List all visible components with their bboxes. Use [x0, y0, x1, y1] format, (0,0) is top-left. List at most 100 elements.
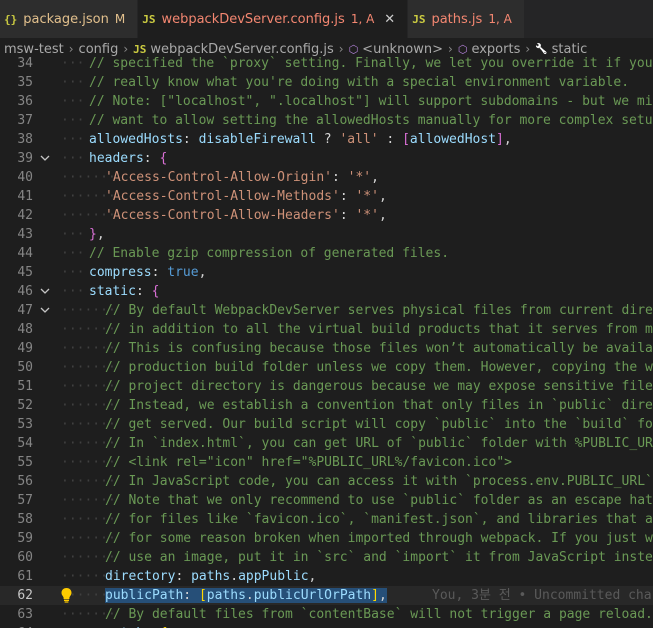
token: [	[402, 132, 410, 147]
token: // Instead, we establish a convention th…	[105, 398, 653, 413]
tab-0[interactable]: {} package.json M	[0, 0, 139, 38]
token: headers	[89, 151, 144, 166]
token: ]	[496, 132, 504, 147]
code-line[interactable]: 51 ·······// project directory is dangero…	[0, 377, 653, 396]
token: {	[159, 151, 168, 166]
token: 'Access-Control-Allow-Methods'	[105, 189, 340, 204]
code-line[interactable]: 58 ·······// for files like `favicon.ico`…	[0, 510, 653, 529]
code-line[interactable]: 41 ······· 'Access-Control-Allow-Methods':…	[0, 187, 653, 206]
code-line[interactable]: 56 ·······// In JavaScript code, you can …	[0, 472, 653, 491]
line-number: 56	[17, 474, 33, 489]
line-number: 43	[17, 227, 33, 242]
token: allowedHosts	[89, 132, 183, 147]
code-text: // Note: ["localhost", ".localhost"] wil…	[89, 92, 653, 111]
token: allowedHost	[409, 132, 497, 147]
line-number: 62	[17, 588, 33, 603]
code-text: static: {	[89, 282, 159, 301]
token: .	[230, 569, 239, 584]
token: 'all'	[339, 132, 379, 147]
lightbulb-icon[interactable]	[60, 587, 73, 603]
braces-icon: {}	[4, 12, 18, 26]
token: // Note: ["localhost", ".localhost"] wil…	[89, 94, 653, 109]
js-icon: JS	[412, 12, 426, 26]
token: // <link rel="icon" href="%PUBLIC_URL%/f…	[105, 455, 512, 470]
code-text: headers: {	[89, 149, 167, 168]
code-line[interactable]: 53 ·······// get served. Our build script…	[0, 415, 653, 434]
line-number: 57	[17, 493, 33, 508]
line-number: 37	[17, 113, 33, 128]
code-text: // By default files from `contentBase` w…	[105, 605, 653, 624]
token: ,	[503, 132, 512, 147]
code-text: // get served. Our build script will cop…	[105, 415, 653, 434]
indent-dots: ···	[61, 227, 85, 242]
code-line[interactable]: 52 ·······// Instead, we establish a conv…	[0, 396, 653, 415]
close-icon[interactable]: ✕	[384, 12, 395, 27]
token: // get served. Our build script will cop…	[105, 417, 653, 432]
token: ,	[308, 569, 317, 584]
line-number: 59	[17, 531, 33, 546]
code-line[interactable]: 62 ······· publicPath: [paths.publicUrlOrP…	[0, 586, 653, 605]
code-line[interactable]: 39 ··· headers: {	[0, 149, 653, 168]
code-text: 'Access-Control-Allow-Headers': '*',	[105, 206, 387, 225]
token: // In `index.html`, you can get URL of `…	[105, 436, 653, 451]
line-number: 44	[17, 246, 33, 261]
code-text: // production build folder unless we cop…	[105, 358, 653, 377]
token: // production build folder unless we cop…	[105, 360, 653, 375]
code-text: // This is confusing because those files…	[105, 339, 653, 358]
line-number: 58	[17, 512, 33, 527]
code-line[interactable]: 40 ······· 'Access-Control-Allow-Origin': …	[0, 168, 653, 187]
token: ,	[371, 170, 379, 185]
code-editor[interactable]: 34 ··· // specified the `proxy` setting. F…	[0, 54, 653, 628]
indent-dots: ···	[61, 284, 85, 299]
code-line[interactable]: 63 ·······// By default files from `conte…	[0, 605, 653, 624]
code-line[interactable]: 50 ·······// production build folder unle…	[0, 358, 653, 377]
line-number: 52	[17, 398, 33, 413]
code-line[interactable]: 61 ······· directory: paths.appPublic,	[0, 567, 653, 586]
code-line[interactable]: 55 ·······// <link rel="icon" href="%PUBL…	[0, 453, 653, 472]
token: ,	[378, 189, 387, 204]
indent-dots: ···	[61, 113, 85, 128]
code-line[interactable]: 35 ··· // really know what you're doing wi…	[0, 73, 653, 92]
code-line[interactable]: 42 ······· 'Access-Control-Allow-Headers':…	[0, 206, 653, 225]
indent-dots: ···	[61, 75, 85, 90]
tab-2[interactable]: JS paths.js 1, A	[408, 0, 525, 38]
code-line[interactable]: 54 ·······// In `index.html`, you can get…	[0, 434, 653, 453]
token: // Note that we only recommend to use `p…	[105, 493, 653, 508]
code-line[interactable]: 37 ··· // want to allow setting the allowe…	[0, 111, 653, 130]
code-line[interactable]: 64·······watch: {	[0, 624, 653, 628]
code-line[interactable]: 36 ··· // Note: ["localhost", ".localhost"…	[0, 92, 653, 111]
code-line[interactable]: 45 ··· compress: true,	[0, 263, 653, 282]
code-text: // in addition to all the virtual build …	[105, 320, 653, 339]
token: directory	[105, 569, 176, 584]
tab-status-badge: 1, A	[350, 12, 375, 26]
code-text: // specified the `proxy` setting. Finall…	[89, 54, 653, 73]
indent-dots: ···	[61, 132, 85, 147]
code-line[interactable]: 47 ·······// By default WebpackDevServer …	[0, 301, 653, 320]
line-number: 64	[0, 624, 33, 628]
code-line[interactable]: 46 ··· static: {	[0, 282, 653, 301]
indent-dots: ···	[61, 151, 85, 166]
line-number: 42	[17, 208, 33, 223]
code-line[interactable]: 48 ·······// in addition to all the virtu…	[0, 320, 653, 339]
code-text: 'Access-Control-Allow-Methods': '*',	[105, 187, 387, 206]
code-line[interactable]: 57 ·······// Note that we only recommend …	[0, 491, 653, 510]
token: // By default files from `contentBase` w…	[105, 607, 653, 622]
token: '*'	[347, 170, 372, 185]
code-text: // for some reason broken when imported …	[105, 529, 653, 548]
code-text: // project directory is dangerous becaus…	[105, 377, 653, 396]
code-line[interactable]: 59 ·······// for some reason broken when …	[0, 529, 653, 548]
tab-label: paths.js	[431, 11, 483, 27]
indent-dots: ···	[61, 56, 85, 71]
token: // In JavaScript code, you can access it…	[105, 474, 653, 489]
token: ,	[378, 208, 387, 223]
code-line[interactable]: 43 ···},	[0, 225, 653, 244]
token: :	[135, 284, 152, 299]
code-line[interactable]: 38 ··· allowedHosts: disableFirewall ? 'al…	[0, 130, 653, 149]
token: :	[182, 132, 199, 147]
tab-1[interactable]: JS webpackDevServer.config.js 1, A ✕	[138, 0, 409, 38]
code-line[interactable]: 60 ·······// use an image, put it in `src…	[0, 548, 653, 567]
code-line[interactable]: 49 ·······// This is confusing because th…	[0, 339, 653, 358]
line-number: 45	[17, 265, 33, 280]
code-line[interactable]: 34 ··· // specified the `proxy` setting. F…	[0, 54, 653, 73]
code-line[interactable]: 44 ··· // Enable gzip compression of gener…	[0, 244, 653, 263]
